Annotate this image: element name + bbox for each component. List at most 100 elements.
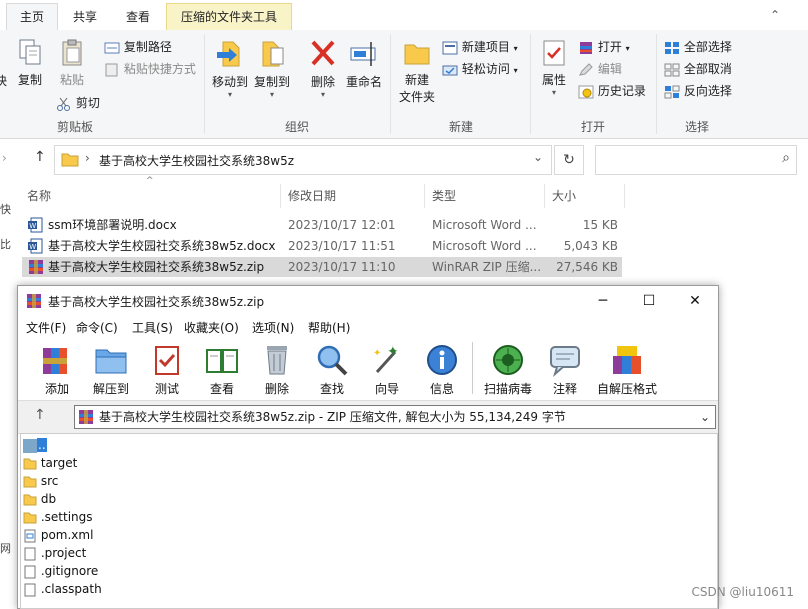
tool-test-button[interactable]: 测试 (142, 342, 192, 397)
tool-info-label: 信息 (429, 382, 454, 396)
paste-shortcut-button[interactable]: 粘贴快捷方式 (104, 60, 196, 77)
menu-help[interactable]: 帮助(H) (308, 319, 350, 336)
maximize-icon[interactable]: ☐ (626, 286, 672, 316)
list-item[interactable]: .classpath (23, 580, 102, 598)
properties-dropdown-icon[interactable]: ▾ (536, 88, 572, 97)
easy-access-button[interactable]: 轻松访问 ▾ (442, 60, 518, 77)
tool-comment-button[interactable]: 注释 (540, 342, 590, 397)
tool-delete-button[interactable]: 删除 (252, 342, 302, 397)
delete-button[interactable]: 删除 ▾ (306, 38, 340, 99)
search-input[interactable]: ⌕ (595, 145, 797, 175)
list-item[interactable]: .project (23, 544, 86, 562)
cut-button[interactable]: 剪切 (56, 94, 100, 111)
tool-info-button[interactable]: 信息 (417, 342, 467, 397)
copy-to-dropdown-icon[interactable]: ▾ (252, 90, 292, 99)
menu-tools[interactable]: 工具(S) (132, 319, 173, 336)
move-to-icon (217, 41, 240, 67)
word-file-icon: W (28, 217, 43, 233)
column-header-size[interactable]: 大小 (552, 184, 576, 208)
item-name: .. (37, 438, 47, 452)
column-header-type[interactable]: 类型 (432, 184, 456, 208)
file-row[interactable]: W ssm环境部署说明.docx 2023/10/17 12:01 Micros… (22, 215, 622, 235)
tool-find-button[interactable]: 查找 (307, 342, 357, 397)
close-icon[interactable]: ✕ (672, 286, 718, 316)
easy-access-dropdown-icon[interactable]: ▾ (514, 66, 518, 75)
copy-path-button[interactable]: 复制路径 (104, 38, 172, 55)
move-to-button[interactable]: 移动到 ▾ (210, 38, 250, 99)
paste-shortcut-label: 粘贴快捷方式 (123, 62, 196, 76)
tool-add-button[interactable]: 添加 (32, 342, 82, 397)
column-separator[interactable] (424, 184, 425, 208)
column-header-date[interactable]: 修改日期 (288, 184, 336, 208)
file-date: 2023/10/17 11:51 (288, 239, 396, 253)
paste-button[interactable]: 粘贴 (54, 38, 90, 88)
invert-selection-button[interactable]: 反向选择 (664, 82, 732, 99)
open-button[interactable]: 打开 ▾ (578, 38, 630, 55)
tab-share[interactable]: 共享 (60, 4, 110, 30)
history-button[interactable]: 历史记录 (578, 82, 646, 99)
new-folder-button[interactable]: 新建 文件夹 (396, 38, 438, 105)
address-bar[interactable]: › 基于高校大学生校园社交系统38w5z ⌄ (54, 145, 552, 175)
tab-home[interactable]: 主页 (6, 3, 58, 30)
list-item[interactable]: .gitignore (23, 562, 98, 580)
select-none-button[interactable]: 全部取消 (664, 60, 732, 77)
file-row[interactable]: W 基于高校大学生校园社交系统38w5z.docx 2023/10/17 11:… (22, 236, 622, 256)
list-item[interactable]: pom.xml (23, 526, 93, 544)
menu-commands[interactable]: 命令(C) (76, 319, 118, 336)
minimize-icon[interactable]: ─ (580, 286, 626, 316)
nav-item-partial[interactable]: 网 (0, 540, 11, 556)
new-item-button[interactable]: 新建项目 ▾ (442, 38, 518, 55)
refresh-icon[interactable]: ↻ (554, 145, 584, 175)
edit-button[interactable]: 编辑 (578, 60, 622, 77)
group-label-clipboard: 剪贴板 (56, 120, 93, 134)
list-item-up[interactable]: .. (23, 436, 47, 454)
tool-wizard-button[interactable]: ✦ ✦ 向导 (362, 342, 412, 397)
select-all-label: 全部选择 (683, 40, 732, 54)
tool-sfx-button[interactable]: 自解压格式 (592, 342, 662, 397)
menu-options[interactable]: 选项(N) (252, 319, 294, 336)
list-item[interactable]: db (23, 490, 56, 508)
select-all-button[interactable]: 全部选择 (664, 38, 732, 55)
properties-button[interactable]: 属性 ▾ (536, 38, 572, 97)
item-name: .project (40, 546, 87, 560)
nav-item-partial[interactable]: 比 (0, 236, 11, 252)
wizard-wand-icon: ✦✦ (373, 344, 399, 374)
tool-extract-button[interactable]: 解压到 (86, 342, 136, 397)
winrar-title-bar[interactable]: 基于高校大学生校园社交系统38w5z.zip ─ ☐ ✕ (18, 286, 718, 316)
column-separator[interactable] (624, 184, 625, 208)
folder-icon (23, 476, 37, 488)
column-header-name[interactable]: 名称 (27, 184, 51, 208)
tool-view-button[interactable]: 查看 (197, 342, 247, 397)
column-separator[interactable] (280, 184, 281, 208)
list-item[interactable]: .settings (23, 508, 93, 526)
up-arrow-icon[interactable]: ↑ (34, 149, 46, 165)
back-arrow-icon[interactable]: › (2, 151, 7, 165)
list-item[interactable]: src (23, 472, 58, 490)
properties-icon (543, 40, 565, 66)
address-dropdown-icon[interactable]: ⌄ (533, 150, 543, 164)
list-item[interactable]: target (23, 454, 77, 472)
menu-file[interactable]: 文件(F) (26, 319, 66, 336)
tab-compressed-folder-tools[interactable]: 压缩的文件夹工具 (166, 3, 292, 30)
file-row-selected[interactable]: 基于高校大学生校园社交系统38w5z.zip 2023/10/17 11:10 … (22, 257, 622, 277)
menu-favorites[interactable]: 收藏夹(O) (184, 319, 239, 336)
rename-button[interactable]: 重命名 (344, 38, 384, 90)
trash-icon (267, 346, 287, 375)
copy-to-button[interactable]: 复制到 ▾ (252, 38, 292, 99)
tab-view[interactable]: 查看 (113, 4, 163, 30)
tool-scan-virus-button[interactable]: 扫描病毒 (480, 342, 536, 397)
delete-dropdown-icon[interactable]: ▾ (306, 90, 340, 99)
path-dropdown-icon[interactable]: ⌄ (700, 406, 710, 428)
collapse-ribbon-icon[interactable]: ⌃ (770, 8, 780, 22)
archive-path-combobox[interactable]: 基于高校大学生校园社交系统38w5z.zip - ZIP 压缩文件, 解包大小为… (74, 405, 716, 429)
open-label: 打开 (597, 40, 622, 54)
open-dropdown-icon[interactable]: ▾ (626, 44, 630, 53)
up-arrow-icon[interactable]: ↑ (34, 407, 46, 423)
copy-button[interactable]: 复制 (12, 38, 48, 88)
move-to-dropdown-icon[interactable]: ▾ (210, 90, 250, 99)
column-separator[interactable] (544, 184, 545, 208)
new-item-dropdown-icon[interactable]: ▾ (514, 44, 518, 53)
nav-item-partial[interactable]: 快 (0, 201, 11, 217)
copy-icon (19, 39, 41, 65)
comment-icon (550, 346, 580, 377)
